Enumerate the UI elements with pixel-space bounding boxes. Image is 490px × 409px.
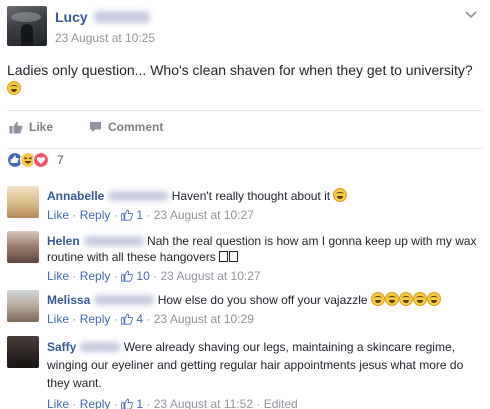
avatar[interactable] [7, 231, 39, 263]
avatar[interactable] [7, 290, 39, 322]
comment-reply-link[interactable]: Reply [80, 312, 111, 326]
comment-timestamp[interactable]: 23 August at 10:27 [160, 269, 260, 283]
comment-author[interactable]: Melissa [47, 293, 90, 307]
comment-reply-link[interactable]: Reply [80, 397, 111, 409]
comment-button[interactable]: Comment [89, 120, 163, 134]
redacted-surname [80, 342, 121, 352]
redacted-surname [94, 295, 155, 305]
comment-text: Haven't really thought about it [171, 189, 331, 203]
comment-like-count[interactable]: 10 [121, 269, 150, 283]
comment-meta: Like · Reply · 4 · 23 August at 10:29 [47, 312, 254, 326]
comment-button-label: Comment [108, 120, 164, 134]
redacted-surname [83, 236, 144, 246]
grimace-emoji-icon [384, 292, 399, 306]
post-header: Lucy 23 August at 10:25 [7, 6, 483, 50]
comment-timestamp[interactable]: 23 August at 10:29 [154, 312, 254, 326]
love-reaction-icon [32, 151, 50, 168]
comment-icon [90, 122, 101, 132]
comment-edited-label[interactable]: Edited [264, 397, 298, 409]
like-button-label: Like [29, 120, 54, 134]
thumbs-up-icon [121, 398, 133, 409]
post-author[interactable]: Lucy [55, 9, 150, 25]
grimace-emoji-icon [370, 292, 385, 306]
grimace-emoji-icon [7, 81, 21, 95]
post-author-name[interactable]: Lucy [55, 9, 88, 25]
chevron-down-icon[interactable] [465, 10, 479, 20]
comment-reply-link[interactable]: Reply [80, 269, 111, 283]
comment-like-count[interactable]: 1 [121, 208, 143, 222]
comment-author[interactable]: Saffy [47, 340, 76, 354]
comment-like-link[interactable]: Like [47, 397, 69, 409]
comment-body: Melissa How else do you show off your va… [47, 292, 477, 327]
comment-author[interactable]: Helen [47, 234, 80, 248]
comment-timestamp[interactable]: 23 August at 11:52 [154, 397, 253, 409]
post-text: Ladies only question... Who's clean shav… [7, 61, 483, 97]
comment-like-count[interactable]: 4 [121, 312, 143, 326]
comment-body: Saffy Were already shaving our legs, mai… [47, 338, 477, 409]
comment-text: How else do you show off your vajazzle [157, 293, 368, 307]
redacted-surname [93, 11, 150, 23]
thumbs-up-icon [121, 209, 133, 221]
comment-meta: Like · Reply · 1 · 23 August at 11:52 · … [47, 397, 298, 409]
avatar[interactable] [7, 186, 39, 218]
comment-author[interactable]: Annabelle [47, 189, 104, 203]
reaction-icons [7, 151, 50, 168]
post-text-content: Ladies only question... Who's clean shav… [7, 62, 473, 78]
comment-meta: Like · Reply · 1 · 23 August at 10:27 [47, 208, 254, 222]
comment-like-link[interactable]: Like [47, 269, 69, 283]
comment-body: Annabelle Haven't really thought about i… [47, 188, 477, 223]
post-timestamp[interactable]: 23 August at 10:25 [55, 31, 155, 45]
grimace-emoji-icon [398, 292, 413, 306]
grimace-emoji-icon [412, 292, 427, 306]
post-action-bar: Like Comment [7, 110, 483, 142]
comment-timestamp[interactable]: 23 August at 10:27 [154, 208, 254, 222]
comment-body: Helen Nah the real question is how am I … [47, 233, 477, 284]
reaction-count[interactable]: 7 [57, 153, 64, 167]
reactions-summary[interactable]: 7 [7, 148, 483, 168]
comment-like-count[interactable]: 1 [121, 397, 143, 409]
thumbs-up-icon [121, 270, 133, 282]
grimace-emoji-icon [333, 188, 348, 202]
thumbs-up-icon [9, 121, 23, 133]
like-button[interactable]: Like [9, 120, 53, 134]
comment-like-link[interactable]: Like [47, 208, 69, 222]
grimace-emoji-icon [426, 292, 441, 306]
missing-glyph-icon [219, 251, 229, 262]
avatar[interactable] [7, 336, 39, 368]
avatar[interactable] [7, 6, 47, 46]
missing-glyph-icon [229, 251, 239, 262]
comment-meta: Like · Reply · 10 · 23 August at 10:27 [47, 269, 261, 283]
comment-reply-link[interactable]: Reply [80, 208, 111, 222]
comment-like-link[interactable]: Like [47, 312, 69, 326]
thumbs-up-icon [121, 313, 133, 325]
redacted-surname [108, 191, 169, 201]
